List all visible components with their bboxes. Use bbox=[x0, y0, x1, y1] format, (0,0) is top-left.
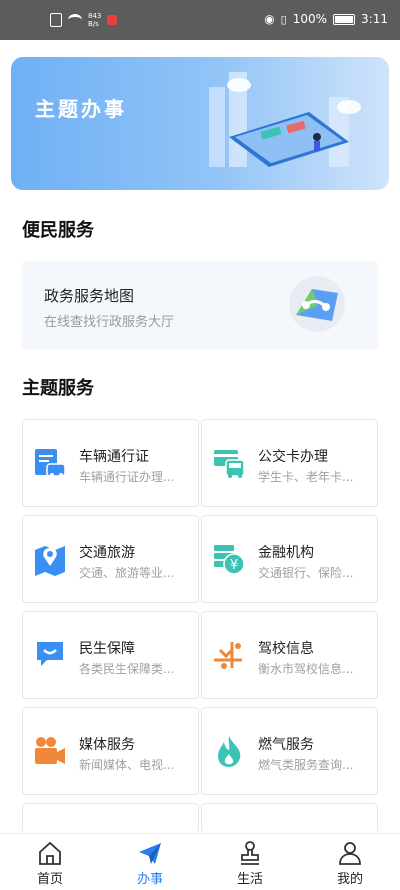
service-card-partial[interactable] bbox=[201, 803, 378, 833]
clock: 3:11 bbox=[361, 12, 388, 26]
nav-home[interactable]: 首页 bbox=[20, 840, 80, 887]
status-left: 843 B/s bbox=[50, 12, 118, 28]
nav-life-label: 生活 bbox=[236, 872, 263, 887]
card-title: 交通旅游 bbox=[79, 545, 135, 561]
nav-services[interactable]: 办事 bbox=[120, 840, 180, 887]
card-subtitle: 学生卡、老年卡... bbox=[258, 470, 354, 484]
card-subtitle: 交通银行、保险... bbox=[258, 566, 354, 580]
user-icon bbox=[339, 842, 361, 865]
svg-text:¥: ¥ bbox=[230, 558, 238, 573]
vibrate-icon: ▯ bbox=[280, 12, 287, 26]
net-speed-value: 843 bbox=[88, 12, 102, 20]
nav-life[interactable]: 生活 bbox=[220, 840, 280, 887]
net-speed: 843 B/s bbox=[88, 12, 101, 28]
nav-services-label: 办事 bbox=[136, 872, 163, 887]
video-camera-icon bbox=[35, 737, 65, 764]
card-title: 车辆通行证 bbox=[79, 449, 149, 465]
net-speed-unit: B/s bbox=[88, 20, 99, 28]
card-title: 燃气服务 bbox=[258, 737, 314, 753]
service-card-bus-card[interactable]: 公交卡办理 学生卡、老年卡... bbox=[201, 419, 378, 507]
chat-shield-icon bbox=[37, 642, 63, 666]
card-subtitle: 新闻媒体、电视... bbox=[79, 758, 175, 772]
service-card-partial[interactable] bbox=[22, 803, 199, 833]
service-card-media[interactable]: 媒体服务 新闻媒体、电视... bbox=[22, 707, 199, 795]
status-right: ◉ ▯ 100% 3:11 bbox=[264, 12, 388, 26]
flame-icon bbox=[218, 736, 241, 767]
driving-school-icon bbox=[214, 642, 242, 669]
paper-plane-icon bbox=[139, 843, 161, 864]
service-card-livelihood[interactable]: 民生保障 各类民生保障类... bbox=[22, 611, 199, 699]
convenience-section-title: 便民服务 bbox=[22, 220, 94, 241]
battery-icon bbox=[333, 13, 356, 25]
map-card-title: 政务服务地图 bbox=[44, 287, 135, 305]
nav-mine-label: 我的 bbox=[336, 872, 363, 887]
card-subtitle: 燃气类服务查询... bbox=[258, 758, 354, 772]
wifi-icon bbox=[68, 14, 82, 26]
map-route-icon bbox=[289, 276, 345, 332]
card-subtitle: 交通、旅游等业... bbox=[79, 566, 175, 580]
vehicle-pass-icon bbox=[35, 449, 66, 477]
service-card-driving-school[interactable]: 驾校信息 衡水市驾校信息... bbox=[201, 611, 378, 699]
stamp-icon bbox=[241, 841, 259, 865]
sim-icon bbox=[50, 13, 62, 27]
theme-section-title: 主题服务 bbox=[22, 378, 94, 399]
city-phone-illustration bbox=[209, 72, 361, 167]
eye-icon: ◉ bbox=[264, 12, 275, 26]
finance-yen-icon: ¥ bbox=[214, 545, 245, 575]
bottom-nav: 首页 办事 生活 我的 bbox=[0, 833, 400, 890]
notification-icon bbox=[107, 15, 118, 25]
battery-percent: 100% bbox=[292, 12, 328, 26]
card-subtitle: 衡水市驾校信息... bbox=[258, 662, 354, 676]
card-title: 民生保障 bbox=[79, 641, 135, 657]
service-map-card[interactable]: 政务服务地图 在线查找行政服务大厅 bbox=[22, 261, 378, 349]
card-title: 媒体服务 bbox=[79, 737, 135, 753]
home-icon bbox=[39, 841, 61, 865]
theme-banner[interactable]: 主题办事 bbox=[11, 57, 389, 190]
service-card-traffic-travel[interactable]: 交通旅游 交通、旅游等业... bbox=[22, 515, 199, 603]
service-card-gas[interactable]: 燃气服务 燃气类服务查询... bbox=[201, 707, 378, 795]
card-title: 公交卡办理 bbox=[258, 449, 328, 465]
service-card-vehicle-pass[interactable]: 车辆通行证 车辆通行证办理... bbox=[22, 419, 199, 507]
map-card-subtitle: 在线查找行政服务大厅 bbox=[44, 315, 175, 330]
card-title: 驾校信息 bbox=[258, 641, 314, 657]
status-bar: 843 B/s ◉ ▯ 100% 3:11 bbox=[0, 0, 400, 40]
map-pin-icon bbox=[35, 546, 65, 576]
card-subtitle: 车辆通行证办理... bbox=[79, 470, 175, 484]
service-card-finance[interactable]: ¥ 金融机构 交通银行、保险... bbox=[201, 515, 378, 603]
nav-home-label: 首页 bbox=[36, 872, 63, 887]
nav-mine[interactable]: 我的 bbox=[320, 840, 380, 887]
card-subtitle: 各类民生保障类... bbox=[79, 662, 175, 676]
card-title: 金融机构 bbox=[258, 545, 314, 561]
bus-card-icon bbox=[214, 450, 245, 478]
banner-title: 主题办事 bbox=[35, 97, 127, 121]
